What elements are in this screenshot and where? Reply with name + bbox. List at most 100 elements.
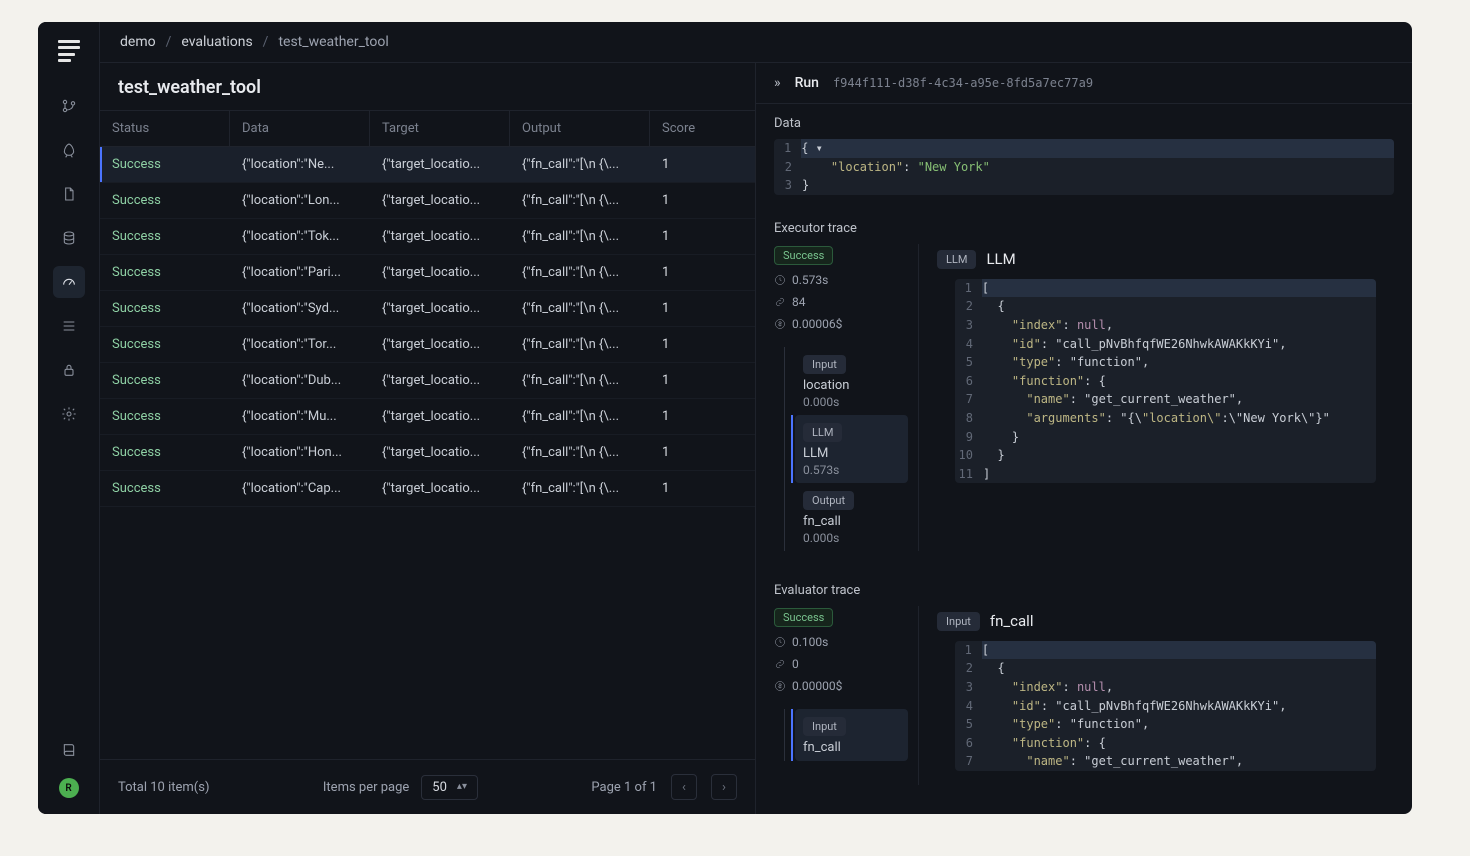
cell-data: {"location":"Dub... [230, 363, 370, 398]
evaluator-code-block[interactable]: 1[2 {3 "index": null,4 "id": "call_pNvBh… [955, 641, 1376, 771]
col-target[interactable]: Target [370, 111, 510, 146]
cell-status: Success [100, 219, 230, 254]
cell-data: {"location":"Ne... [230, 147, 370, 182]
step-time: 0.000s [803, 531, 900, 545]
evaluator-step-header: Input fn_call [937, 606, 1394, 641]
trace-step[interactable]: Input location 0.000s [795, 347, 908, 415]
sidebar-item-branches[interactable] [53, 90, 85, 122]
cell-data: {"location":"Syd... [230, 291, 370, 326]
next-page-button[interactable]: › [711, 774, 737, 800]
table-row[interactable]: Success{"location":"Dub...{"target_locat… [100, 363, 755, 399]
evaluator-duration: 0.100s [774, 635, 908, 649]
cell-score: 1 [650, 219, 720, 254]
evaluator-tokens: 0 [774, 657, 908, 671]
run-label: Run [795, 75, 819, 91]
cell-data: {"location":"Pari... [230, 255, 370, 290]
cell-status: Success [100, 471, 230, 506]
avatar[interactable]: R [59, 778, 79, 798]
table-row[interactable]: Success{"location":"Syd...{"target_locat… [100, 291, 755, 327]
table-row[interactable]: Success{"location":"Hon...{"target_locat… [100, 435, 755, 471]
cell-score: 1 [650, 327, 720, 362]
step-type-badge: Input [803, 355, 846, 374]
col-output[interactable]: Output [510, 111, 650, 146]
data-code-block[interactable]: 1{ ▾2 "location": "New York"3} [774, 139, 1394, 195]
step-type-badge: Input [937, 612, 980, 631]
table-row[interactable]: Success{"location":"Pari...{"target_loca… [100, 255, 755, 291]
breadcrumb-item[interactable]: test_weather_tool [278, 34, 388, 50]
executor-code-block[interactable]: 1[2 {3 "index": null,4 "id": "call_pNvBh… [955, 279, 1376, 484]
status-badge: Success [774, 608, 833, 627]
sidebar-item-book[interactable] [53, 734, 85, 766]
app-frame: R demo / evaluations / test_weather_tool… [38, 22, 1412, 814]
cell-data: {"location":"Mu... [230, 399, 370, 434]
prev-page-button[interactable]: ‹ [671, 774, 697, 800]
cell-output: {"fn_call":"[\n {\... [510, 399, 650, 434]
table-row[interactable]: Success{"location":"Tok...{"target_locat… [100, 219, 755, 255]
table-body: Success {"location":"Ne... {"target_locati… [100, 147, 755, 759]
cell-status: Success [100, 327, 230, 362]
sidebar-item-lock[interactable] [53, 354, 85, 386]
coin-icon [774, 680, 786, 692]
content: test_weather_tool Status Data Target Out… [100, 63, 1412, 814]
trace-step[interactable]: LLMLLM0.573s [795, 415, 908, 483]
breadcrumb-sep: / [166, 34, 172, 50]
cell-status: Success [100, 435, 230, 470]
cell-target: {"target_locatio... [370, 291, 510, 326]
step-time: 0.573s [803, 463, 900, 477]
evaluator-steps: Inputfn_call [784, 709, 908, 761]
breadcrumb-item[interactable]: demo [120, 34, 156, 50]
sidebar-item-document[interactable] [53, 178, 85, 210]
breadcrumb-item[interactable]: evaluations [181, 34, 252, 50]
cell-target: {"target_locatio... [370, 363, 510, 398]
sidebar-item-settings[interactable] [53, 398, 85, 430]
sidebar-item-gauge[interactable] [53, 266, 85, 298]
step-type-badge: LLM [937, 250, 976, 269]
cell-score: 1 [650, 471, 720, 506]
executor-duration: 0.573s [774, 273, 908, 287]
main: demo / evaluations / test_weather_tool t… [100, 22, 1412, 814]
cell-output: {"fn_call":"[\n {\... [510, 219, 650, 254]
items-per-page-select[interactable]: 50 ▴▾ [421, 775, 478, 800]
executor-steps: Input location 0.000s LLMLLM0.573sOutputfn_… [784, 347, 908, 551]
run-header: » Run f944f111-d38f-4c34-a95e-8fd5a7ec77… [756, 63, 1412, 104]
results-panel: test_weather_tool Status Data Target Out… [100, 63, 756, 814]
evaluator-trace-nav: Success 0.100s 0 0.00000$ Inputfn_call [774, 606, 919, 785]
col-data[interactable]: Data [230, 111, 370, 146]
col-status[interactable]: Status [100, 111, 230, 146]
cell-data: {"location":"Hon... [230, 435, 370, 470]
sidebar-item-launch[interactable] [53, 134, 85, 166]
table-row[interactable]: Success{"location":"Lon...{"target_locat… [100, 183, 755, 219]
status-badge: Success [774, 246, 833, 265]
step-name: location [803, 378, 900, 393]
table-row[interactable]: Success{"location":"Cap...{"target_locat… [100, 471, 755, 507]
step-time: 0.000s [803, 395, 900, 409]
table-row[interactable]: Success{"location":"Tor...{"target_locat… [100, 327, 755, 363]
evaluator-trace-detail: Input fn_call 1[2 {3 "index": null,4 "id… [919, 606, 1394, 785]
evaluator-section-title: Evaluator trace [756, 571, 1412, 606]
table-row[interactable]: Success{"location":"Mu...{"target_locati… [100, 399, 755, 435]
executor-section-title: Executor trace [756, 209, 1412, 244]
collapse-icon[interactable]: » [774, 76, 781, 90]
cell-output: {"fn_call":"[\n {\... [510, 255, 650, 290]
table-row[interactable]: Success{"location":"Ne...{"target_locati… [100, 147, 755, 183]
cell-score: 1 [650, 363, 720, 398]
cell-status: Success [100, 291, 230, 326]
cell-output: {"fn_call":"[\n {\... [510, 471, 650, 506]
table-header: Status Data Target Output Score [100, 111, 755, 147]
sidebar-item-database[interactable] [53, 222, 85, 254]
cell-output: {"fn_call":"[\n {\... [510, 183, 650, 218]
trace-step[interactable]: Inputfn_call [795, 709, 908, 761]
executor-trace: Success 0.573s 84 0.00006$ Inputlocation… [756, 244, 1412, 571]
clock-icon [774, 636, 786, 648]
cell-output: {"fn_call":"[\n {\... [510, 147, 650, 182]
data-section-title: Data [756, 104, 1412, 139]
cell-output: {"fn_call":"[\n {\... [510, 291, 650, 326]
trace-step[interactable]: Outputfn_call0.000s [795, 483, 908, 551]
sidebar-item-list[interactable] [53, 310, 85, 342]
link-icon [774, 658, 786, 670]
evaluator-trace: Success 0.100s 0 0.00000$ Inputfn_call I… [756, 606, 1412, 805]
cell-output: {"fn_call":"[\n {\... [510, 327, 650, 362]
evaluator-cost: 0.00000$ [774, 679, 908, 693]
col-score[interactable]: Score [650, 111, 720, 146]
sidebar: R [38, 22, 100, 814]
